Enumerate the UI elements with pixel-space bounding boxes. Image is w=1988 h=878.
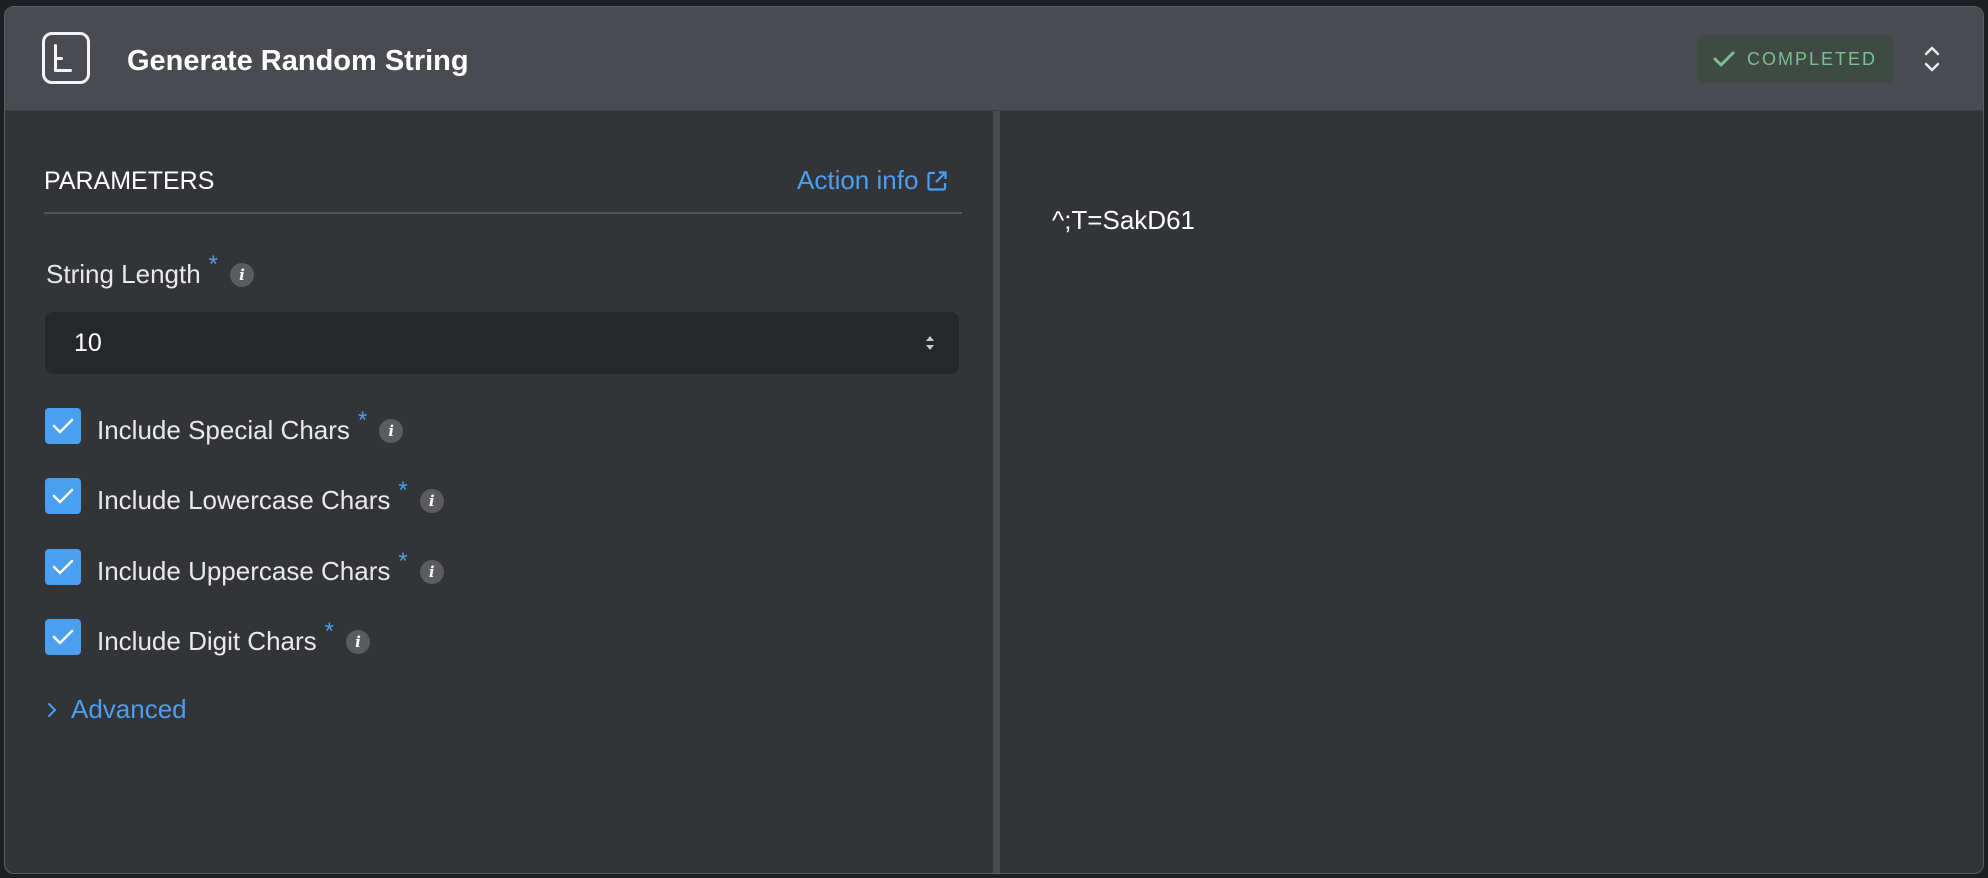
include-uppercase-chars-checkbox[interactable] [45, 549, 81, 585]
info-icon[interactable]: i [379, 418, 404, 443]
section-title: PARAMETERS [44, 167, 215, 195]
info-icon[interactable]: i [230, 262, 255, 287]
panel-divider[interactable] [993, 111, 1000, 873]
include-digit-chars-label-row: Include Digit Chars * i [97, 618, 370, 657]
required-marker: * [208, 250, 219, 278]
include-special-chars-checkbox[interactable] [45, 408, 81, 444]
checkmark-icon [52, 418, 74, 434]
document-lines-icon [42, 32, 90, 84]
checkmark-icon [52, 559, 74, 575]
checkmark-icon [1713, 51, 1735, 67]
parameters-panel: PARAMETERS Action info String Length * i… [5, 111, 993, 873]
output-value: ^;T=SakD61 [1052, 205, 1195, 235]
include-uppercase-chars-label: Include Uppercase Chars [97, 556, 391, 586]
status-text: COMPLETED [1747, 48, 1878, 69]
include-digit-chars-checkbox[interactable] [45, 619, 81, 655]
include-special-chars-label-row: Include Special Chars * i [97, 407, 404, 446]
advanced-label: Advanced [71, 694, 187, 724]
required-marker: * [398, 547, 408, 575]
include-special-chars-label: Include Special Chars [97, 415, 350, 445]
info-icon[interactable]: i [419, 488, 444, 513]
string-length-input[interactable]: 10 [45, 312, 959, 374]
chevron-right-icon [48, 702, 56, 717]
card-header: Generate Random String COMPLETED [5, 7, 1983, 111]
string-length-label: String Length [46, 259, 201, 289]
string-length-value: 10 [74, 328, 102, 357]
required-marker: * [398, 476, 408, 504]
number-spinner-icon[interactable] [925, 333, 935, 353]
status-badge: COMPLETED [1697, 35, 1893, 83]
info-icon[interactable]: i [419, 559, 444, 584]
include-uppercase-chars-label-row: Include Uppercase Chars * i [97, 548, 444, 587]
action-card: Generate Random String COMPLETED PARAMET… [4, 6, 1984, 874]
advanced-toggle[interactable]: Advanced [47, 694, 187, 725]
output-panel: ^;T=SakD61 [1000, 111, 1983, 873]
checkmark-icon [52, 488, 74, 504]
expand-collapse-icon[interactable] [1921, 43, 1943, 75]
action-info-link[interactable]: Action info [797, 165, 948, 196]
include-lowercase-chars-label: Include Lowercase Chars [97, 485, 391, 515]
page-title: Generate Random String [127, 45, 469, 77]
string-length-label-row: String Length * i [46, 251, 255, 290]
external-link-icon [927, 170, 948, 191]
include-lowercase-chars-label-row: Include Lowercase Chars * i [97, 477, 444, 516]
required-marker: * [357, 406, 368, 434]
include-lowercase-chars-checkbox[interactable] [45, 478, 81, 514]
info-icon[interactable]: i [346, 629, 370, 654]
action-info-label: Action info [797, 165, 919, 195]
include-digit-chars-label: Include Digit Chars [97, 626, 317, 656]
section-divider [44, 212, 962, 214]
checkmark-icon [52, 629, 74, 645]
required-marker: * [324, 617, 334, 645]
